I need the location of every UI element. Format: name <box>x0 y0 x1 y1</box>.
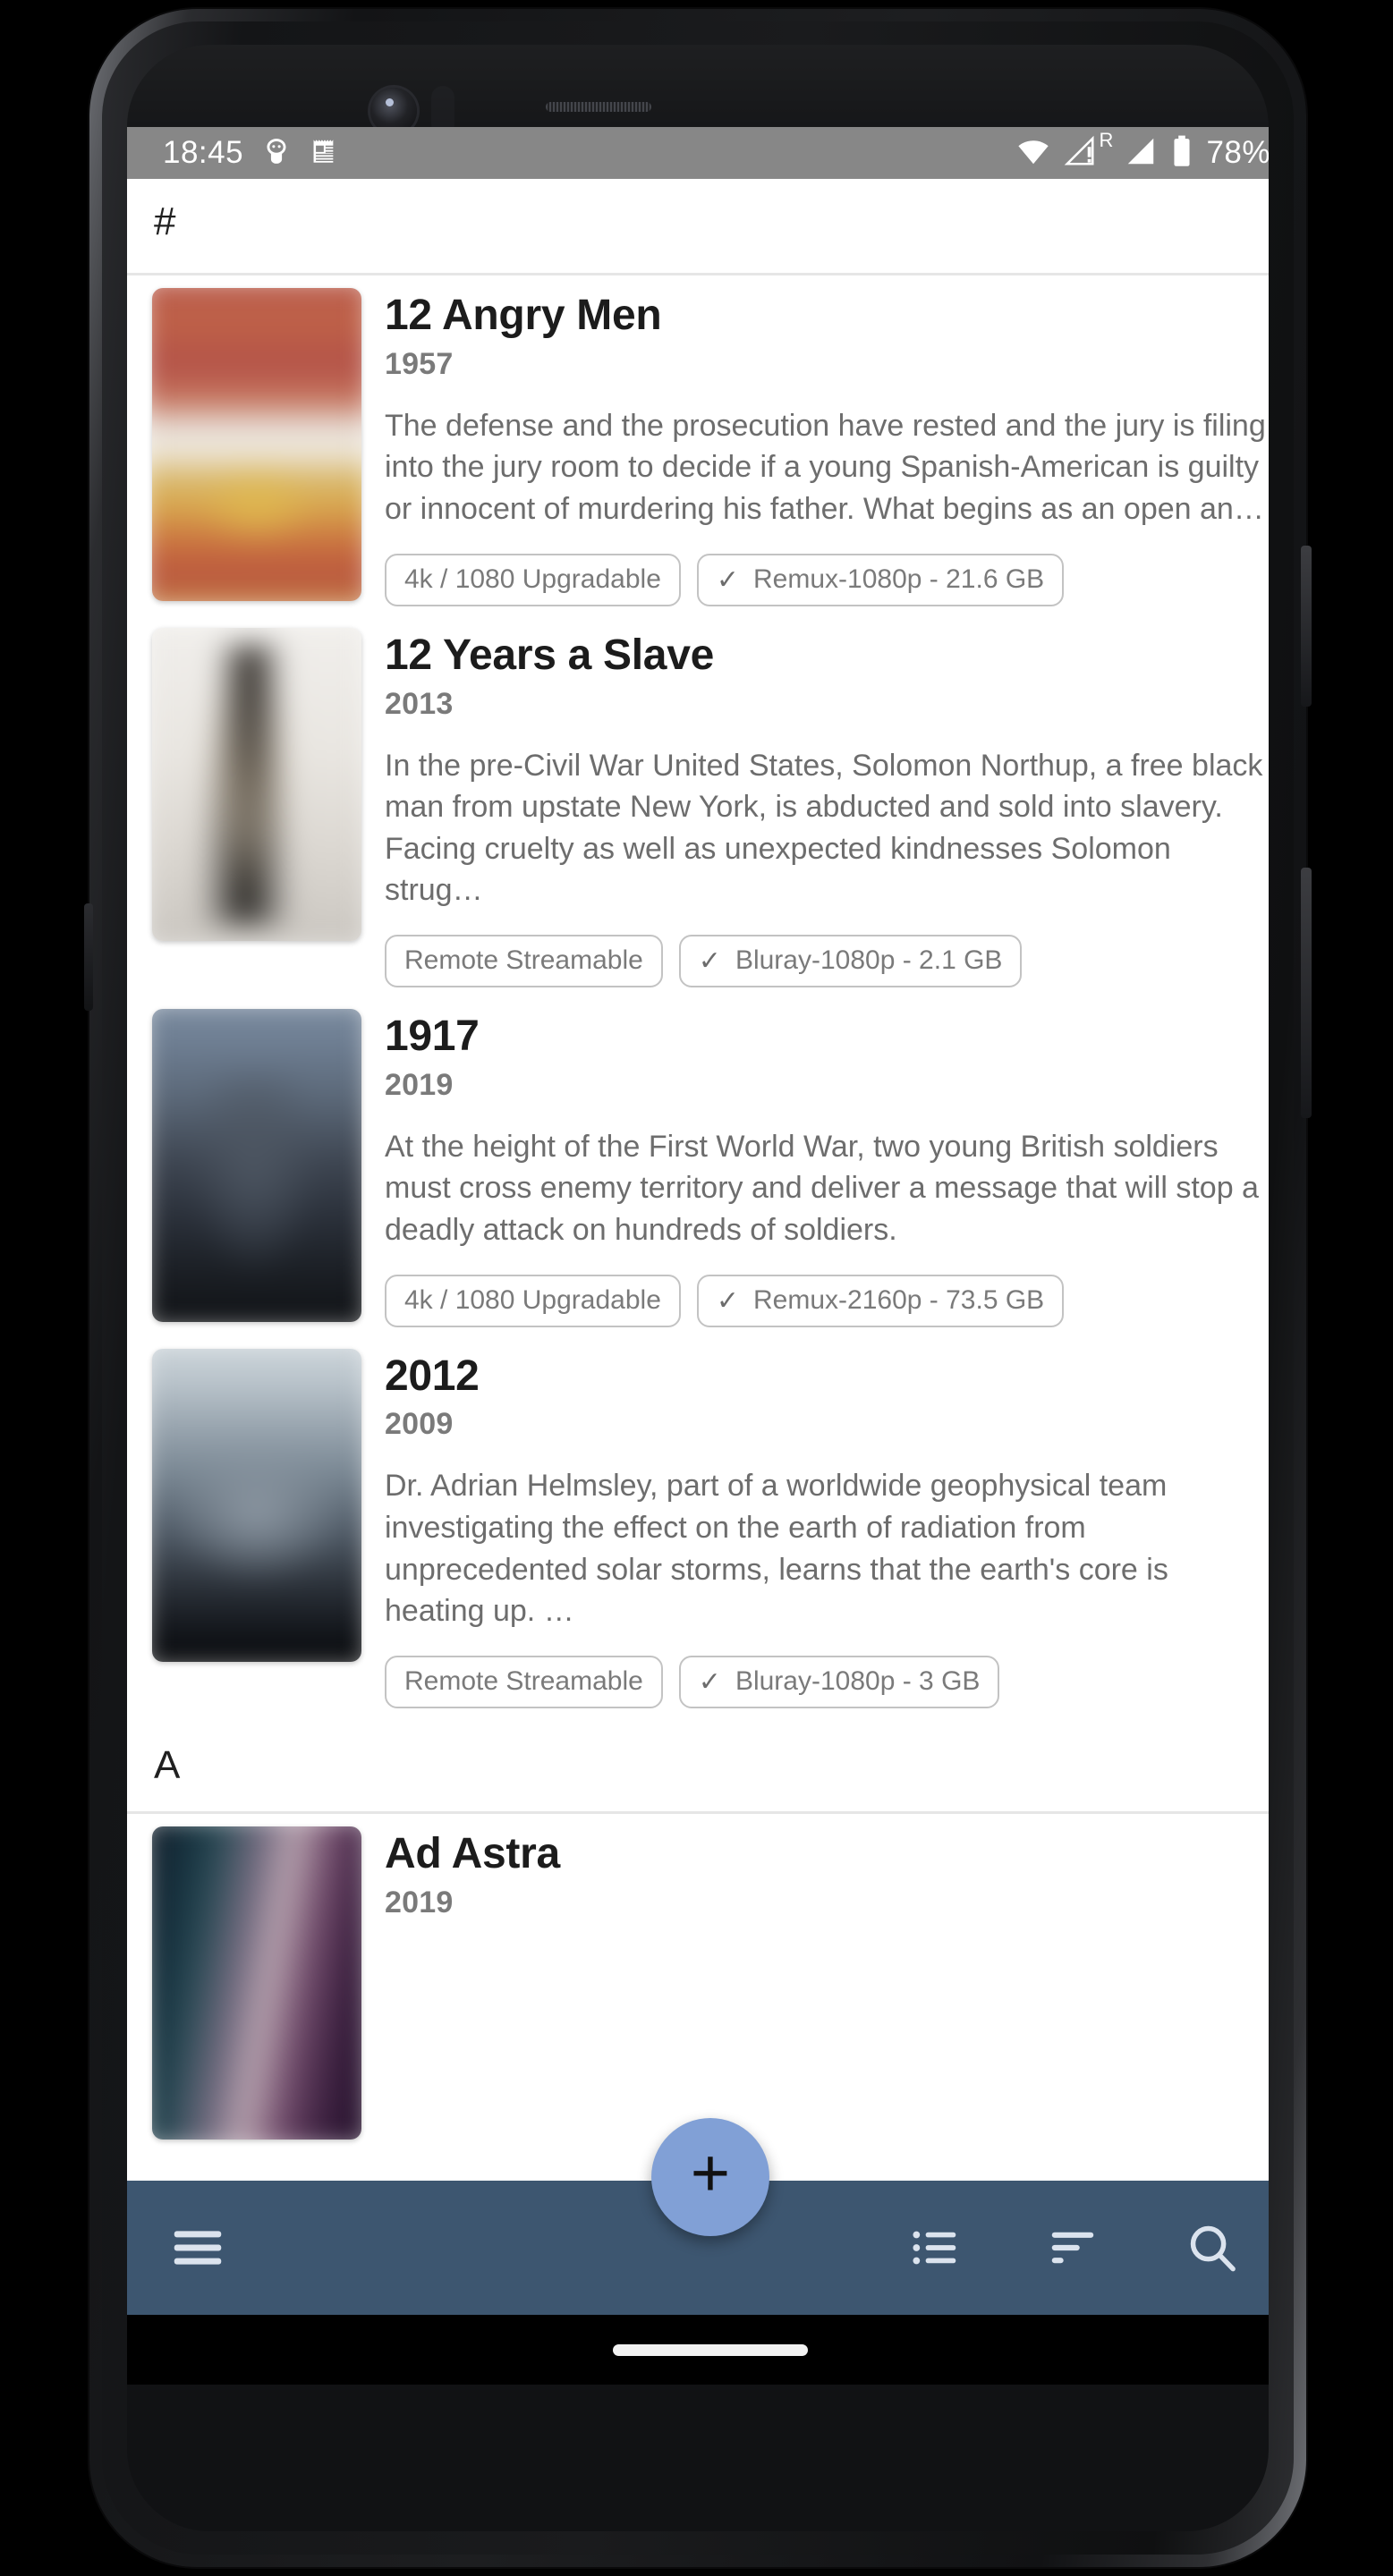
battery-icon <box>1170 134 1193 173</box>
movie-chips: Remote Streamable ✓ Bluray-1080p - 2.1 G… <box>385 934 1269 987</box>
movie-poster[interactable] <box>152 1008 361 1322</box>
list-item[interactable]: 1917 2019 At the height of the First Wor… <box>127 996 1269 1336</box>
movie-poster[interactable] <box>152 288 361 601</box>
list-item[interactable]: 12 Years a Slave 2013 In the pre-Civil W… <box>127 615 1269 996</box>
phone-frame: 18:45 R 78% # 12 Angry Men 1957 The defe… <box>84 9 1312 2567</box>
add-movie-fab[interactable]: + <box>651 2118 769 2236</box>
movie-details: 1917 2019 At the height of the First Wor… <box>385 1009 1269 1327</box>
movie-overview: At the height of the First World War, tw… <box>385 1129 1259 1247</box>
sort-filter-icon[interactable] <box>1045 2220 1100 2275</box>
movie-list[interactable]: # 12 Angry Men 1957 The defense and the … <box>127 179 1269 2148</box>
chip-label: 4k / 1080 Upgradable <box>404 1285 661 1315</box>
movie-title: 2012 <box>385 1352 480 1400</box>
calendar-icon <box>310 136 340 171</box>
check-icon: ✓ <box>698 945 721 976</box>
movie-title: Ad Astra <box>385 1829 560 1877</box>
list-item[interactable]: 12 Angry Men 1957 The defense and the pr… <box>127 275 1269 615</box>
file-quality-chip[interactable]: ✓ Remux-2160p - 73.5 GB <box>696 1274 1065 1327</box>
movie-year: 2013 <box>385 686 454 721</box>
quality-profile-chip[interactable]: Remote Streamable <box>385 1655 663 1708</box>
section-header-hash: # <box>127 179 1269 275</box>
volume-button[interactable] <box>1301 868 1312 1118</box>
movie-year: 2019 <box>385 1067 454 1102</box>
movie-title: 12 Angry Men <box>385 292 662 339</box>
cellular-signal-icon <box>1124 134 1158 173</box>
movie-chips: 4k / 1080 Upgradable ✓ Remux-1080p - 21.… <box>385 553 1269 606</box>
list-item[interactable]: 2012 2009 Dr. Adrian Helmsley, part of a… <box>127 1336 1269 1717</box>
chip-label: Remux-1080p - 21.6 GB <box>753 564 1045 595</box>
wifi-icon <box>1016 134 1050 173</box>
list-item[interactable]: Ad Astra 2019 <box>127 1814 1269 2148</box>
quality-profile-chip[interactable]: 4k / 1080 Upgradable <box>385 553 681 606</box>
movie-chips: 4k / 1080 Upgradable ✓ Remux-2160p - 73.… <box>385 1274 1269 1327</box>
system-navigation-area <box>127 2315 1269 2385</box>
app-screen: 18:45 R 78% # 12 Angry Men 1957 The defe… <box>127 127 1269 2385</box>
android-debug-icon <box>261 136 292 171</box>
chip-label: Bluray-1080p - 2.1 GB <box>735 945 1003 976</box>
power-button[interactable] <box>1301 546 1312 707</box>
quality-profile-chip[interactable]: Remote Streamable <box>385 934 663 987</box>
movie-details: 12 Years a Slave 2013 In the pre-Civil W… <box>385 628 1269 987</box>
phone-bezel: 18:45 R 78% # 12 Angry Men 1957 The defe… <box>102 21 1294 2555</box>
search-icon[interactable] <box>1183 2218 1242 2277</box>
movie-overview: The defense and the prosecution have res… <box>385 408 1266 527</box>
file-quality-chip[interactable]: ✓ Bluray-1080p - 3 GB <box>678 1655 1000 1708</box>
left-side-button[interactable] <box>84 903 93 1011</box>
movie-year: 1957 <box>385 346 454 381</box>
battery-percent-label: 78% <box>1206 135 1269 170</box>
status-bar-right: R 78% <box>1016 129 1269 173</box>
gesture-home-bar[interactable] <box>613 2343 808 2356</box>
movie-title: 1917 <box>385 1012 480 1060</box>
earpiece-speaker-icon <box>546 102 651 112</box>
check-icon: ✓ <box>716 1285 740 1316</box>
roaming-r-label: R <box>1099 128 1114 151</box>
movie-overview: In the pre-Civil War United States, Solo… <box>385 748 1263 908</box>
movie-chips: Remote Streamable ✓ Bluray-1080p - 3 GB <box>385 1655 1269 1708</box>
section-letter: # <box>154 199 176 243</box>
chip-label: Remote Streamable <box>404 1666 643 1697</box>
quality-profile-chip[interactable]: 4k / 1080 Upgradable <box>385 1274 681 1327</box>
status-bar: 18:45 R 78% <box>127 127 1269 179</box>
check-icon: ✓ <box>716 564 740 595</box>
hamburger-menu-icon[interactable] <box>166 2216 229 2279</box>
movie-details: 2012 2009 Dr. Adrian Helmsley, part of a… <box>385 1349 1269 1708</box>
movie-poster[interactable] <box>152 627 361 941</box>
cellular-alert-icon: R <box>1063 129 1113 173</box>
bottom-bar-actions <box>907 2218 1242 2277</box>
movie-overview: Dr. Adrian Helmsley, part of a worldwide… <box>385 1469 1168 1629</box>
movie-title: 12 Years a Slave <box>385 631 714 679</box>
chip-label: 4k / 1080 Upgradable <box>404 564 661 595</box>
section-letter: A <box>154 1742 181 1787</box>
status-bar-left: 18:45 <box>163 135 340 171</box>
file-quality-chip[interactable]: ✓ Remux-1080p - 21.6 GB <box>696 553 1065 606</box>
movie-poster[interactable] <box>152 1826 361 2140</box>
chip-label: Remux-2160p - 73.5 GB <box>753 1285 1045 1315</box>
file-quality-chip[interactable]: ✓ Bluray-1080p - 2.1 GB <box>678 934 1023 987</box>
plus-icon: + <box>690 2135 731 2211</box>
chip-label: Remote Streamable <box>404 945 643 976</box>
phone-screen-glass: 18:45 R 78% # 12 Angry Men 1957 The defe… <box>127 45 1269 2531</box>
movie-year: 2009 <box>385 1407 454 1442</box>
check-icon: ✓ <box>698 1666 721 1697</box>
movie-details: Ad Astra 2019 <box>385 1826 1269 2140</box>
movie-poster[interactable] <box>152 1348 361 1662</box>
movie-year: 2019 <box>385 1885 454 1919</box>
list-view-icon[interactable] <box>907 2220 963 2275</box>
section-header-a: A <box>127 1717 1269 1814</box>
movie-details: 12 Angry Men 1957 The defense and the pr… <box>385 288 1269 606</box>
status-time: 18:45 <box>163 135 244 170</box>
chip-label: Bluray-1080p - 3 GB <box>735 1666 981 1697</box>
